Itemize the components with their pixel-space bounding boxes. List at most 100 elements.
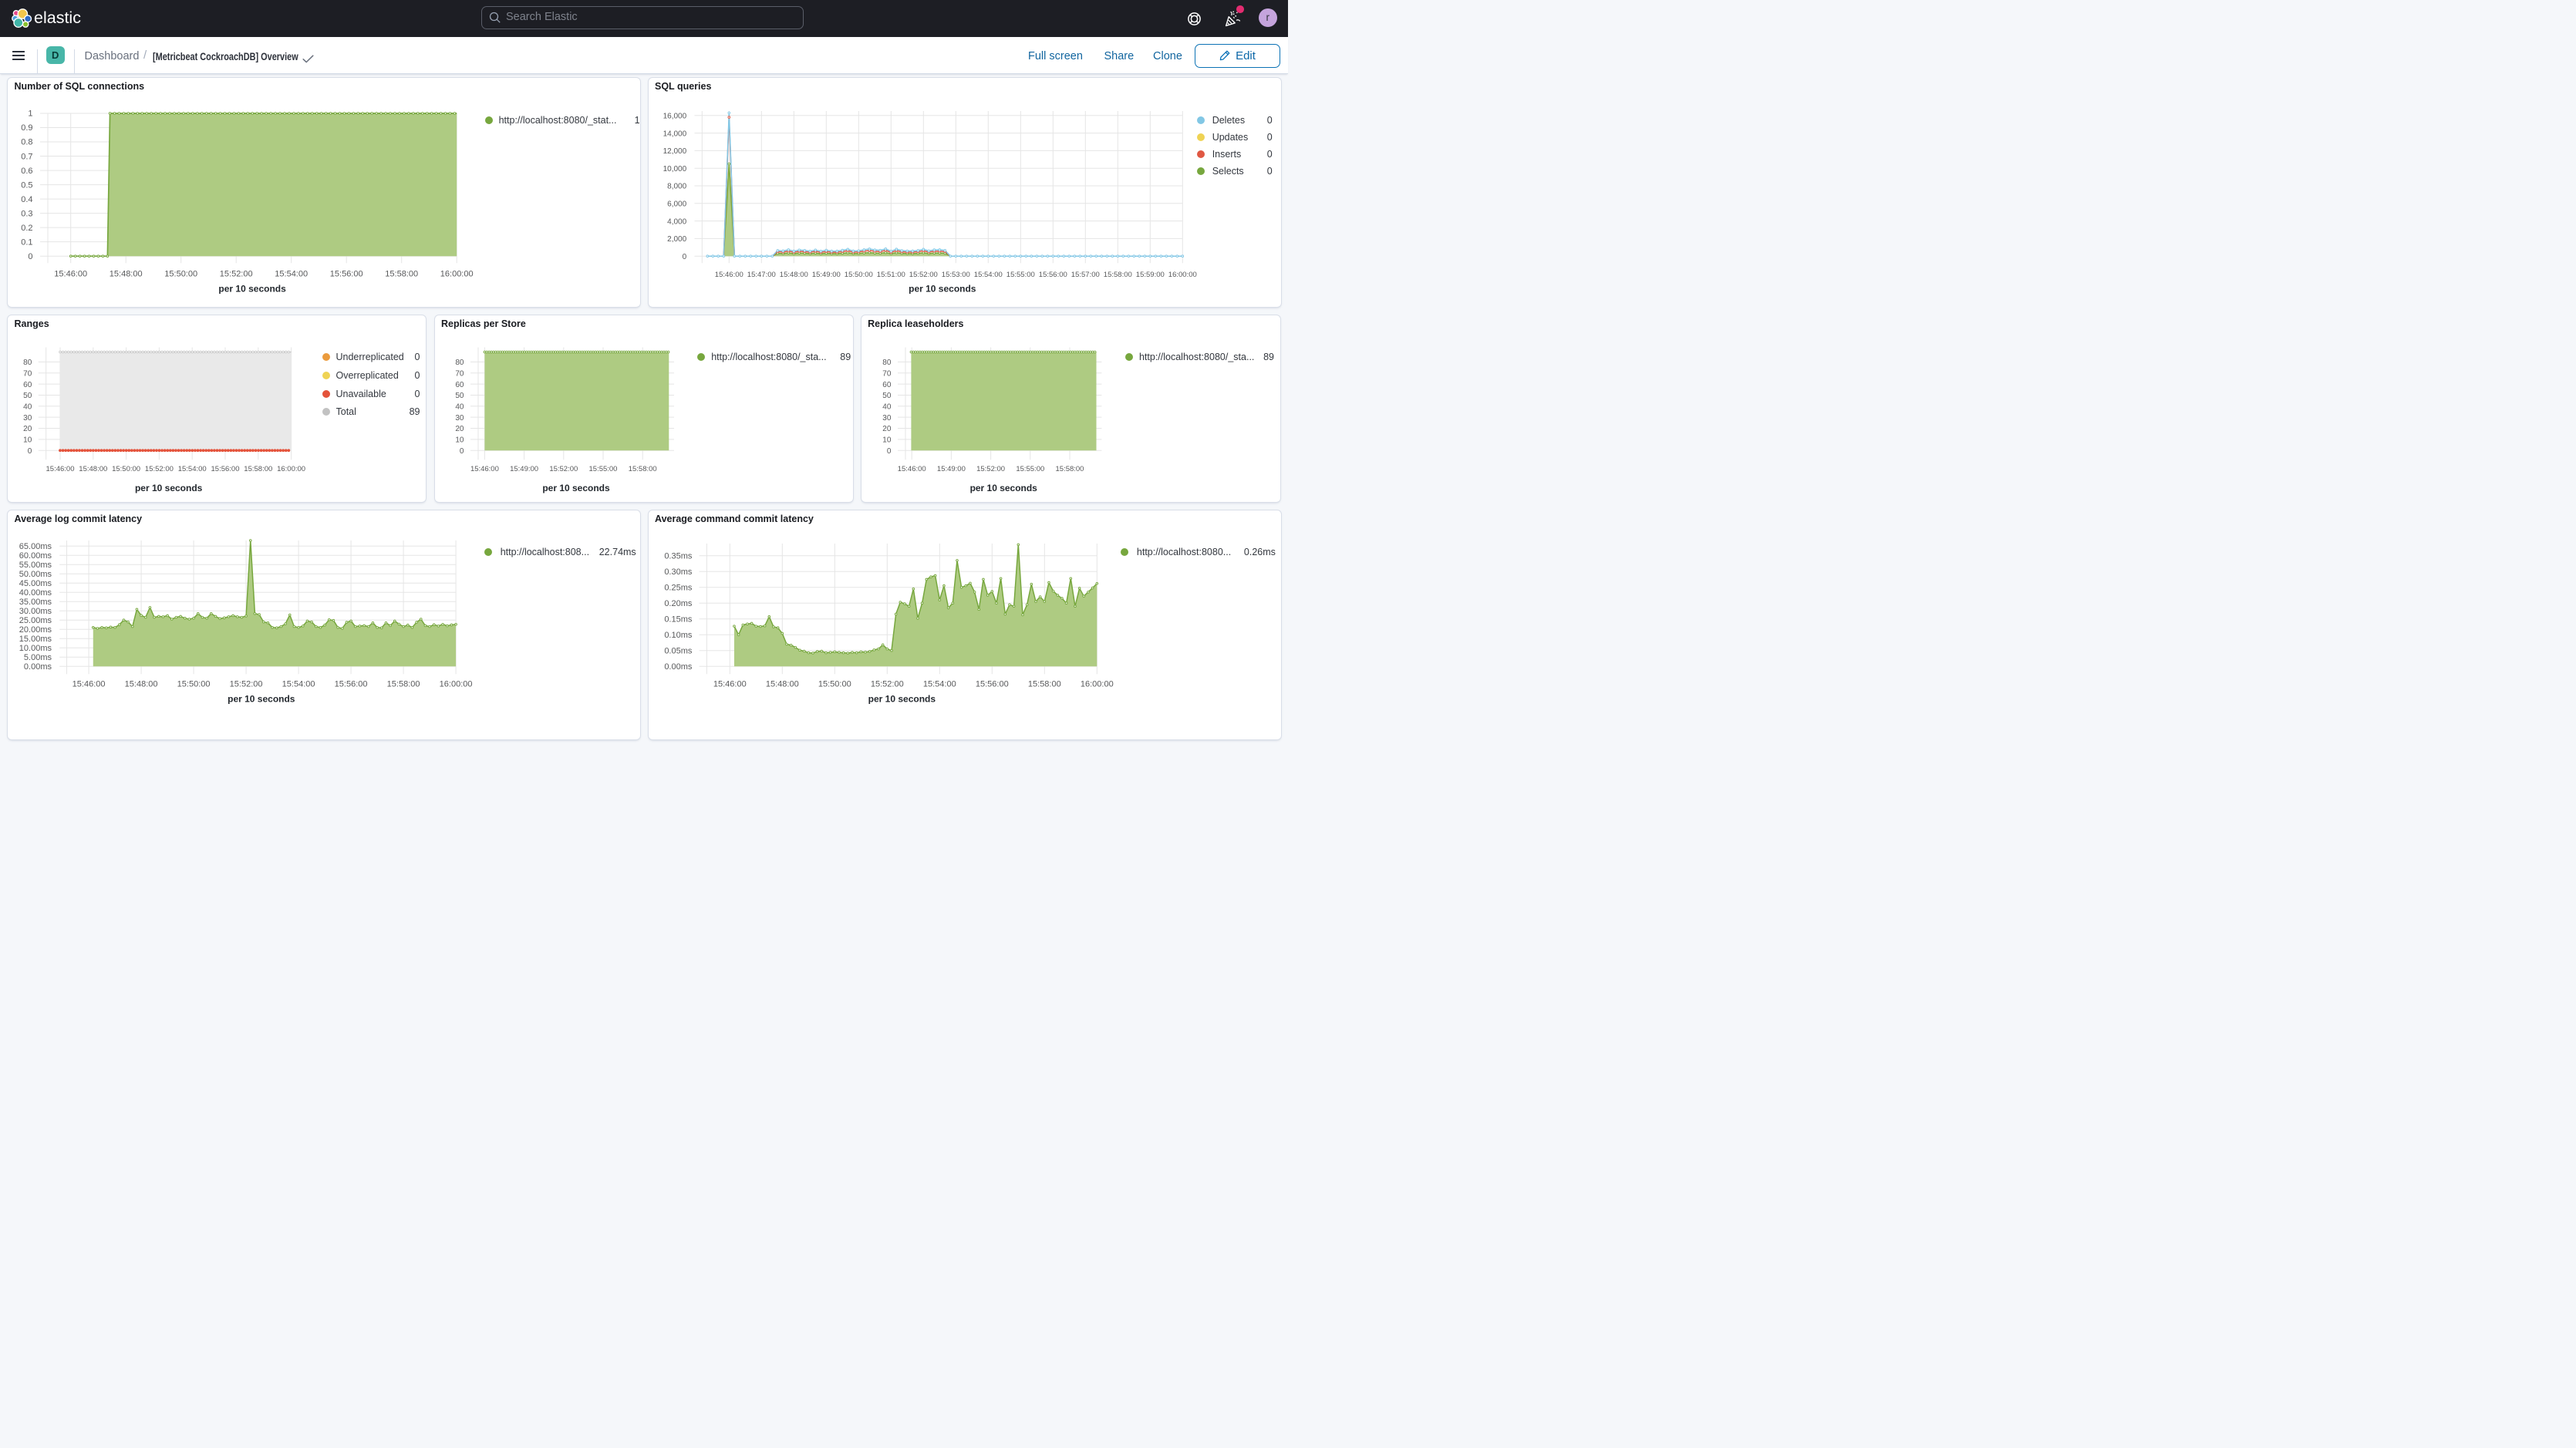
svg-text:10,000: 10,000 (663, 164, 686, 173)
svg-text:0.5: 0.5 (21, 180, 32, 190)
svg-text:10: 10 (455, 436, 464, 444)
svg-text:0.35ms: 0.35ms (664, 551, 693, 561)
svg-text:16:00:00: 16:00:00 (277, 465, 305, 473)
svg-text:15:50:00: 15:50:00 (164, 269, 197, 278)
svg-text:12,000: 12,000 (663, 147, 686, 156)
svg-text:15:52:00: 15:52:00 (220, 269, 253, 278)
svg-text:per 10 seconds: per 10 seconds (909, 283, 976, 294)
svg-text:50: 50 (23, 392, 32, 400)
svg-text:15:48:00: 15:48:00 (79, 465, 107, 473)
svg-text:0.6: 0.6 (21, 166, 32, 175)
svg-text:15:52:00: 15:52:00 (976, 465, 1005, 473)
svg-text:15:46:00: 15:46:00 (897, 465, 926, 473)
svg-text:15:46:00: 15:46:00 (470, 465, 498, 473)
svg-text:15:49:00: 15:49:00 (937, 465, 966, 473)
svg-text:0: 0 (682, 252, 686, 261)
svg-text:65.00ms: 65.00ms (19, 541, 52, 551)
svg-text:15:56:00: 15:56:00 (335, 679, 368, 689)
svg-text:5.00ms: 5.00ms (24, 652, 52, 662)
svg-text:15:48:00: 15:48:00 (125, 679, 158, 689)
svg-text:50: 50 (882, 392, 892, 400)
svg-text:0.20ms: 0.20ms (664, 598, 693, 608)
svg-text:80: 80 (882, 359, 892, 367)
svg-text:15:52:00: 15:52:00 (230, 679, 263, 689)
svg-text:20.00ms: 20.00ms (19, 625, 52, 634)
svg-text:15:52:00: 15:52:00 (909, 271, 937, 279)
svg-text:15:46:00: 15:46:00 (713, 679, 746, 689)
svg-text:15:58:00: 15:58:00 (628, 465, 656, 473)
svg-text:25.00ms: 25.00ms (19, 615, 52, 625)
svg-text:15:58:00: 15:58:00 (1027, 679, 1060, 689)
svg-text:40: 40 (455, 402, 464, 411)
svg-text:20: 20 (882, 425, 892, 433)
svg-text:10.00ms: 10.00ms (19, 643, 52, 652)
svg-text:60: 60 (23, 380, 32, 389)
svg-text:per 10 seconds: per 10 seconds (868, 693, 936, 704)
svg-text:15.00ms: 15.00ms (19, 634, 52, 643)
svg-text:40: 40 (23, 402, 32, 411)
svg-text:15:54:00: 15:54:00 (973, 271, 1002, 279)
svg-text:15:51:00: 15:51:00 (876, 271, 905, 279)
svg-text:15:49:00: 15:49:00 (811, 271, 840, 279)
svg-text:70: 70 (23, 369, 32, 378)
svg-text:40.00ms: 40.00ms (19, 588, 52, 597)
svg-text:15:48:00: 15:48:00 (110, 269, 143, 278)
svg-text:70: 70 (882, 369, 892, 378)
svg-text:14,000: 14,000 (663, 130, 686, 138)
svg-text:15:58:00: 15:58:00 (1055, 465, 1084, 473)
svg-text:15:54:00: 15:54:00 (922, 679, 956, 689)
svg-text:30: 30 (882, 413, 892, 422)
svg-text:30: 30 (23, 413, 32, 422)
svg-text:15:53:00: 15:53:00 (941, 271, 969, 279)
svg-text:16:00:00: 16:00:00 (440, 269, 474, 278)
svg-text:60.00ms: 60.00ms (19, 551, 52, 560)
svg-text:80: 80 (455, 359, 464, 367)
svg-text:15:56:00: 15:56:00 (211, 465, 240, 473)
svg-text:15:48:00: 15:48:00 (779, 271, 808, 279)
svg-text:16,000: 16,000 (663, 112, 686, 120)
svg-text:per 10 seconds: per 10 seconds (542, 482, 610, 493)
svg-text:30.00ms: 30.00ms (19, 606, 52, 615)
svg-text:0.1: 0.1 (21, 237, 32, 247)
svg-text:0.00ms: 0.00ms (664, 662, 693, 671)
svg-text:45.00ms: 45.00ms (19, 578, 52, 588)
svg-text:15:50:00: 15:50:00 (844, 271, 872, 279)
svg-text:0.2: 0.2 (21, 223, 32, 232)
svg-text:20: 20 (455, 425, 464, 433)
svg-text:15:58:00: 15:58:00 (1103, 271, 1131, 279)
svg-text:15:54:00: 15:54:00 (178, 465, 207, 473)
svg-text:0.3: 0.3 (21, 209, 32, 218)
svg-text:15:46:00: 15:46:00 (46, 465, 75, 473)
svg-text:55.00ms: 55.00ms (19, 560, 52, 569)
svg-text:30: 30 (455, 413, 464, 422)
svg-text:16:00:00: 16:00:00 (1168, 271, 1196, 279)
svg-text:15:57:00: 15:57:00 (1071, 271, 1099, 279)
svg-text:15:54:00: 15:54:00 (282, 679, 315, 689)
svg-text:0.25ms: 0.25ms (664, 583, 693, 592)
svg-text:0.05ms: 0.05ms (664, 646, 693, 655)
svg-text:0.30ms: 0.30ms (664, 567, 693, 576)
svg-text:60: 60 (882, 380, 892, 389)
svg-text:16:00:00: 16:00:00 (1080, 679, 1113, 689)
svg-text:0.8: 0.8 (21, 137, 32, 146)
svg-text:per 10 seconds: per 10 seconds (135, 483, 203, 493)
svg-text:60: 60 (455, 380, 464, 389)
svg-text:0: 0 (28, 251, 32, 261)
svg-text:0: 0 (459, 446, 464, 455)
svg-text:4,000: 4,000 (667, 217, 686, 226)
svg-text:16:00:00: 16:00:00 (440, 679, 473, 689)
svg-text:15:52:00: 15:52:00 (549, 465, 578, 473)
svg-text:15:54:00: 15:54:00 (275, 269, 308, 278)
svg-text:50.00ms: 50.00ms (19, 569, 52, 578)
svg-text:15:56:00: 15:56:00 (1038, 271, 1067, 279)
svg-text:15:58:00: 15:58:00 (387, 679, 420, 689)
svg-text:15:55:00: 15:55:00 (1006, 271, 1034, 279)
svg-text:15:56:00: 15:56:00 (330, 269, 363, 278)
svg-text:50: 50 (455, 392, 464, 400)
svg-text:35.00ms: 35.00ms (19, 597, 52, 606)
svg-text:15:50:00: 15:50:00 (112, 465, 140, 473)
svg-text:15:46:00: 15:46:00 (714, 271, 743, 279)
svg-text:per 10 seconds: per 10 seconds (228, 693, 295, 704)
svg-text:6,000: 6,000 (667, 200, 686, 208)
svg-text:0.7: 0.7 (21, 152, 32, 161)
